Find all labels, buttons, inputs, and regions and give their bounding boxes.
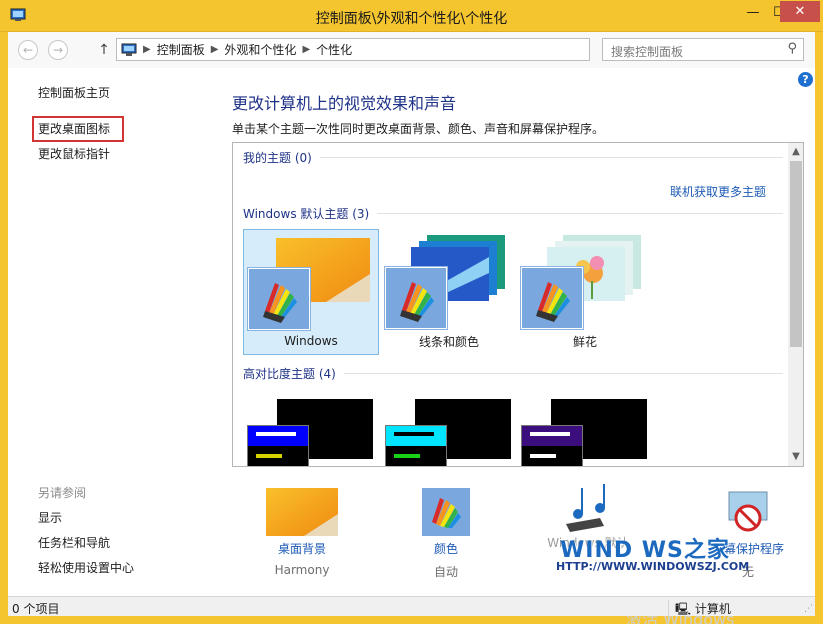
status-bar: 0 个项目 🖳 计算机 ⋰ (8, 596, 815, 621)
breadcrumb-separator[interactable]: ▶ (211, 44, 219, 55)
group-default-themes: Windows 默认主题 (3) (243, 205, 783, 222)
navigation-bar: ← → ↑ ▶ 控制面板 ▶ 外观和个性化 ▶ 个性化 ⌵ ↻ 搜索控制面板 (8, 32, 815, 68)
theme-flowers[interactable]: 鲜花 (517, 229, 653, 355)
desktop-background-icon (266, 488, 338, 536)
back-button[interactable]: ← (18, 40, 38, 60)
minimize-button[interactable]: — (740, 2, 766, 22)
watermark-logo (556, 482, 626, 535)
sidebar-item-ease-of-access[interactable]: 轻松使用设置中心 (38, 559, 134, 576)
group-my-themes-label: 我的主题 (0) (243, 151, 312, 165)
screensaver-setting[interactable]: 屏幕保护程序 无 (688, 488, 808, 580)
search-input[interactable]: 搜索控制面板 ⚲ (602, 38, 804, 61)
theme-brush-icon (521, 267, 583, 329)
control-panel-icon (121, 43, 137, 56)
breadcrumb-separator: ▶ (143, 44, 151, 55)
address-bar[interactable]: ▶ 控制面板 ▶ 外观和个性化 ▶ 个性化 ⌵ ↻ (116, 38, 692, 61)
theme-high-contrast-2[interactable] (381, 399, 517, 466)
computer-icon: 🖳 (675, 602, 692, 616)
color-setting[interactable]: 颜色 自动 (386, 488, 506, 580)
hc-preview-window (521, 425, 583, 466)
window-content: ← → ↑ ▶ 控制面板 ▶ 外观和个性化 ▶ 个性化 ⌵ ↻ 搜索控制面板 (8, 32, 815, 624)
window-frame: ← → ↑ ▶ 控制面板 ▶ 外观和个性化 ▶ 个性化 ⌵ ↻ 搜索控制面板 (0, 32, 823, 624)
see-also-label: 另请参阅 (38, 486, 87, 500)
resize-grip-icon[interactable]: ⋰ (804, 604, 813, 614)
sound-setting[interactable]: Windows 默认 (528, 530, 648, 551)
scrollbar-thumb[interactable] (790, 161, 802, 347)
highlight-box (32, 116, 124, 142)
group-high-contrast: 高对比度主题 (4) (243, 365, 783, 382)
screensaver-icon (728, 491, 768, 532)
theme-lines-and-colors[interactable]: 线条和颜色 (381, 229, 517, 355)
color-icon (422, 488, 470, 536)
status-location-label: 计算机 (694, 602, 731, 616)
theme-brush-icon (248, 268, 310, 330)
hc-preview-window (385, 425, 447, 466)
get-more-themes-link[interactable]: 联机获取更多主题 (670, 183, 766, 200)
vertical-scrollbar[interactable]: ▲ ▼ (788, 143, 803, 466)
forward-button[interactable]: → (48, 40, 68, 60)
close-button[interactable]: ✕ (780, 1, 820, 22)
color-value: 自动 (433, 565, 458, 579)
title-bar: 控制面板\外观和个性化\个性化 — ☐ ✕ (0, 0, 823, 32)
window-title: 控制面板\外观和个性化\个性化 (315, 11, 508, 27)
status-item-count: 0 个项目 (12, 602, 60, 616)
theme-label: 鲜花 (572, 335, 597, 349)
scroll-down-button[interactable]: ▼ (791, 451, 801, 462)
sound-link[interactable]: Windows 默认 (528, 534, 648, 551)
desktop-background-link[interactable]: 桌面背景 (242, 540, 362, 557)
status-location: 🖳 计算机 (668, 600, 731, 621)
breadcrumb-control-panel[interactable]: 控制面板 (157, 41, 205, 58)
theme-high-contrast-1[interactable] (243, 399, 379, 466)
music-notes-icon (566, 484, 605, 532)
scroll-up-button[interactable]: ▲ (791, 146, 801, 157)
breadcrumb-separator[interactable]: ▶ (302, 44, 310, 55)
theme-list[interactable]: 我的主题 (0) 联机获取更多主题 Windows 默认主题 (3) Windo… (232, 142, 804, 467)
screensaver-value: 无 (741, 565, 754, 579)
breadcrumb-appearance[interactable]: 外观和个性化 (224, 41, 296, 58)
sidebar-item-display[interactable]: 显示 (38, 509, 62, 526)
theme-high-contrast-3[interactable] (517, 399, 653, 466)
color-link[interactable]: 颜色 (386, 540, 506, 557)
group-high-contrast-label: 高对比度主题 (4) (243, 367, 336, 381)
theme-label: 线条和颜色 (418, 335, 479, 349)
theme-windows[interactable]: Windows (243, 229, 379, 355)
desktop-background-setting[interactable]: 桌面背景 Harmony (242, 488, 362, 577)
up-button[interactable]: ↑ (94, 40, 114, 60)
group-default-themes-label: Windows 默认主题 (3) (243, 207, 370, 221)
help-icon[interactable]: ? (798, 72, 813, 87)
page-title: 更改计算机上的视觉效果和声音 (232, 94, 457, 113)
screensaver-link[interactable]: 屏幕保护程序 (688, 540, 808, 557)
page-description: 单击某个主题一次性同时更改桌面背景、颜色、声音和屏幕保护程序。 (232, 122, 605, 136)
sidebar-item-taskbar[interactable]: 任务栏和导航 (38, 534, 110, 551)
sidebar-home-link[interactable]: 控制面板主页 (38, 84, 110, 101)
hc-preview-window (247, 425, 309, 466)
sidebar-item-change-mouse-pointers[interactable]: 更改鼠标指针 (38, 145, 110, 162)
search-placeholder: 搜索控制面板 (611, 45, 684, 59)
breadcrumb-personalization[interactable]: 个性化 (316, 41, 352, 58)
theme-label: Windows (284, 334, 338, 348)
theme-brush-icon (385, 267, 447, 329)
group-my-themes: 我的主题 (0) (243, 149, 783, 166)
search-icon[interactable]: ⚲ (787, 41, 797, 56)
desktop-background-value: Harmony (274, 563, 330, 577)
